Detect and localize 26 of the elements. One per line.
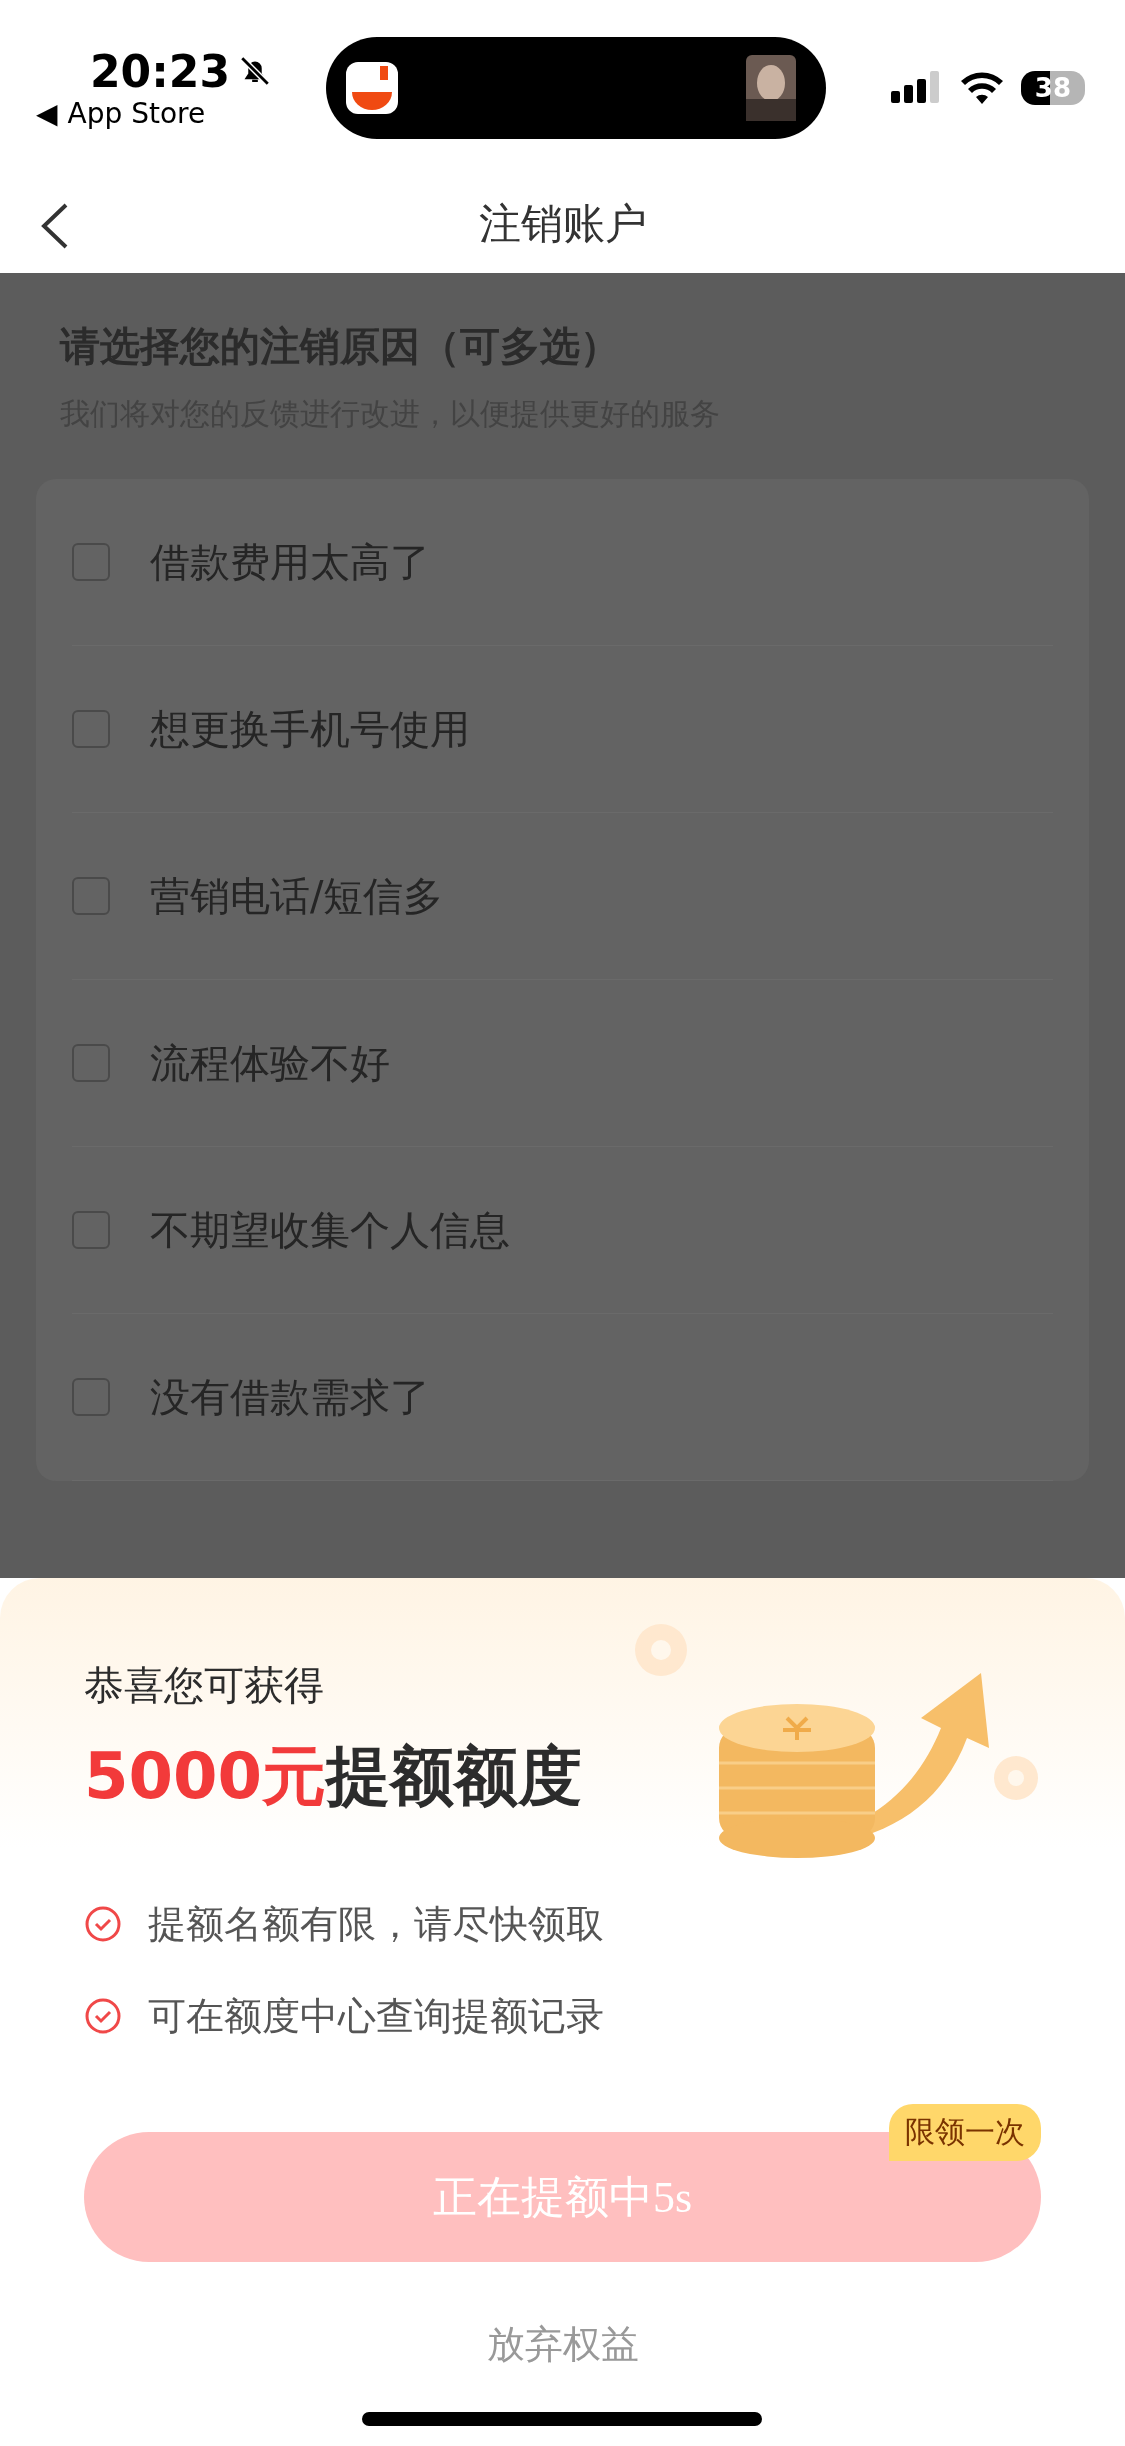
credit-amount: 5000元提额额度 [84,1738,583,1815]
page-title: 注销账户 [478,198,647,250]
reason-label[interactable]: 借款费用太高了 [150,534,430,590]
limit-badge: 限领一次 [889,2104,1041,2161]
checkbox[interactable] [72,1378,110,1416]
sheet-title: 恭喜您可获得 [84,1661,325,1710]
check-circle-icon [84,1905,122,1943]
wifi-icon [960,71,1003,104]
checkbox[interactable] [72,710,110,748]
benefit-text: 提额名额有限，请尽快领取 [148,1900,604,1948]
benefit-text: 可在额度中心查询提额记录 [148,1992,604,2040]
tomato-app-icon [346,61,398,114]
checkbox[interactable] [72,1211,110,1249]
reason-label[interactable]: 想更换手机号使用 [150,701,470,757]
check-circle-icon [84,1997,122,2035]
back-arrow[interactable]: ◀ [36,96,58,130]
reason-label[interactable]: 营销电话/短信多 [150,868,444,924]
reason-label[interactable]: 没有借款需求了 [150,1369,430,1425]
dismiss-link[interactable]: 放弃权益 [480,2318,645,2371]
checkbox[interactable] [72,1044,110,1082]
reason-label[interactable]: 不期望收集个人信息 [150,1202,510,1258]
reason-label[interactable]: 流程体验不好 [150,1035,390,1091]
back-to-app-link[interactable]: App Store [67,96,206,130]
clock-time: 20:23 [90,45,231,97]
checkbox[interactable] [72,543,110,581]
checkbox[interactable] [72,877,110,915]
